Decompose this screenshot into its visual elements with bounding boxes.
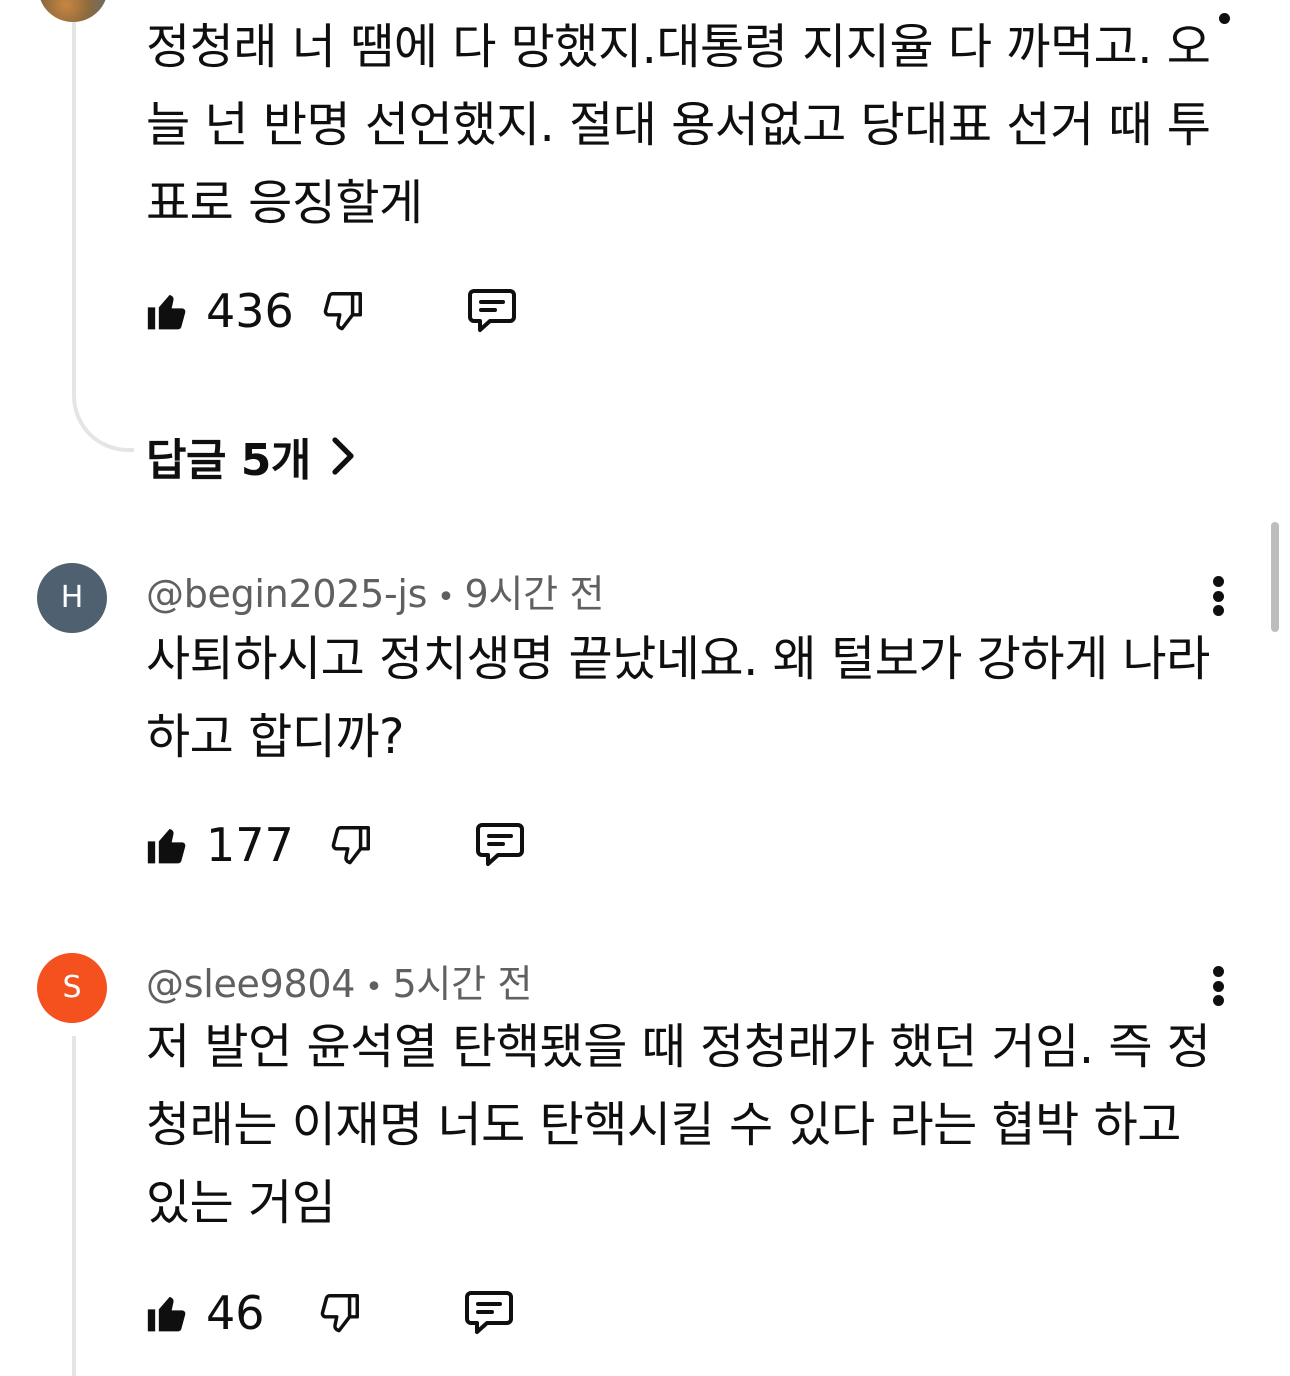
reply-icon[interactable] xyxy=(466,287,518,335)
comment-text: 사퇴하시고 정치생명 끝났네요. 왜 털보가 강하게 나라하고 합디까? xyxy=(146,631,1210,765)
comment-time: 5시간 전 xyxy=(392,962,533,1006)
more-options-icon[interactable] xyxy=(1208,576,1228,616)
dislike-icon[interactable] xyxy=(317,1290,363,1336)
chevron-right-icon xyxy=(332,437,354,475)
thread-line xyxy=(72,1036,76,1376)
comment-time: 9시간 전 xyxy=(464,572,605,616)
thread-line xyxy=(72,22,76,362)
like-count: 436 xyxy=(206,284,294,338)
comment-author[interactable]: @begin2025-js xyxy=(146,572,427,616)
comment-actions: 46 xyxy=(146,1286,515,1340)
avatar[interactable]: S xyxy=(37,953,107,1023)
reply-icon[interactable] xyxy=(463,1289,515,1337)
meta-separator: • xyxy=(437,580,455,615)
comment-actions: 177 xyxy=(146,818,526,872)
avatar[interactable]: H xyxy=(37,563,107,633)
dislike-icon[interactable] xyxy=(320,288,366,334)
meta-separator: • xyxy=(365,970,383,1005)
thread-curve xyxy=(72,360,134,452)
like-count: 46 xyxy=(206,1286,265,1340)
comment-text: 저 발언 윤석열 탄핵됐을 때 정청래가 했던 거임. 즉 정청래는 이재명 너… xyxy=(146,1019,1211,1231)
comment-text: 정청래 너 땜에 다 망했지.대통령 지지율 다 까먹고. 오늘 넌 반명 선언… xyxy=(146,19,1211,231)
view-replies-button[interactable]: 답글 5개 xyxy=(146,424,357,488)
like-icon[interactable] xyxy=(146,823,190,867)
like-icon[interactable] xyxy=(146,1291,190,1335)
comment-actions: 436 xyxy=(146,284,518,338)
reply-icon[interactable] xyxy=(474,821,526,869)
scrollbar[interactable] xyxy=(1271,522,1279,632)
like-count: 177 xyxy=(206,818,294,872)
like-icon[interactable] xyxy=(146,289,190,333)
replies-label: 답글 5개 xyxy=(146,435,311,486)
avatar[interactable] xyxy=(38,0,108,22)
more-options-icon[interactable] xyxy=(1208,966,1228,1006)
comment-author[interactable]: @slee9804 xyxy=(146,962,355,1006)
dislike-icon[interactable] xyxy=(328,822,374,868)
comment-meta: @begin2025-js • 9시간 전 xyxy=(146,563,604,618)
comment-meta: @slee9804 • 5시간 전 xyxy=(146,953,532,1008)
